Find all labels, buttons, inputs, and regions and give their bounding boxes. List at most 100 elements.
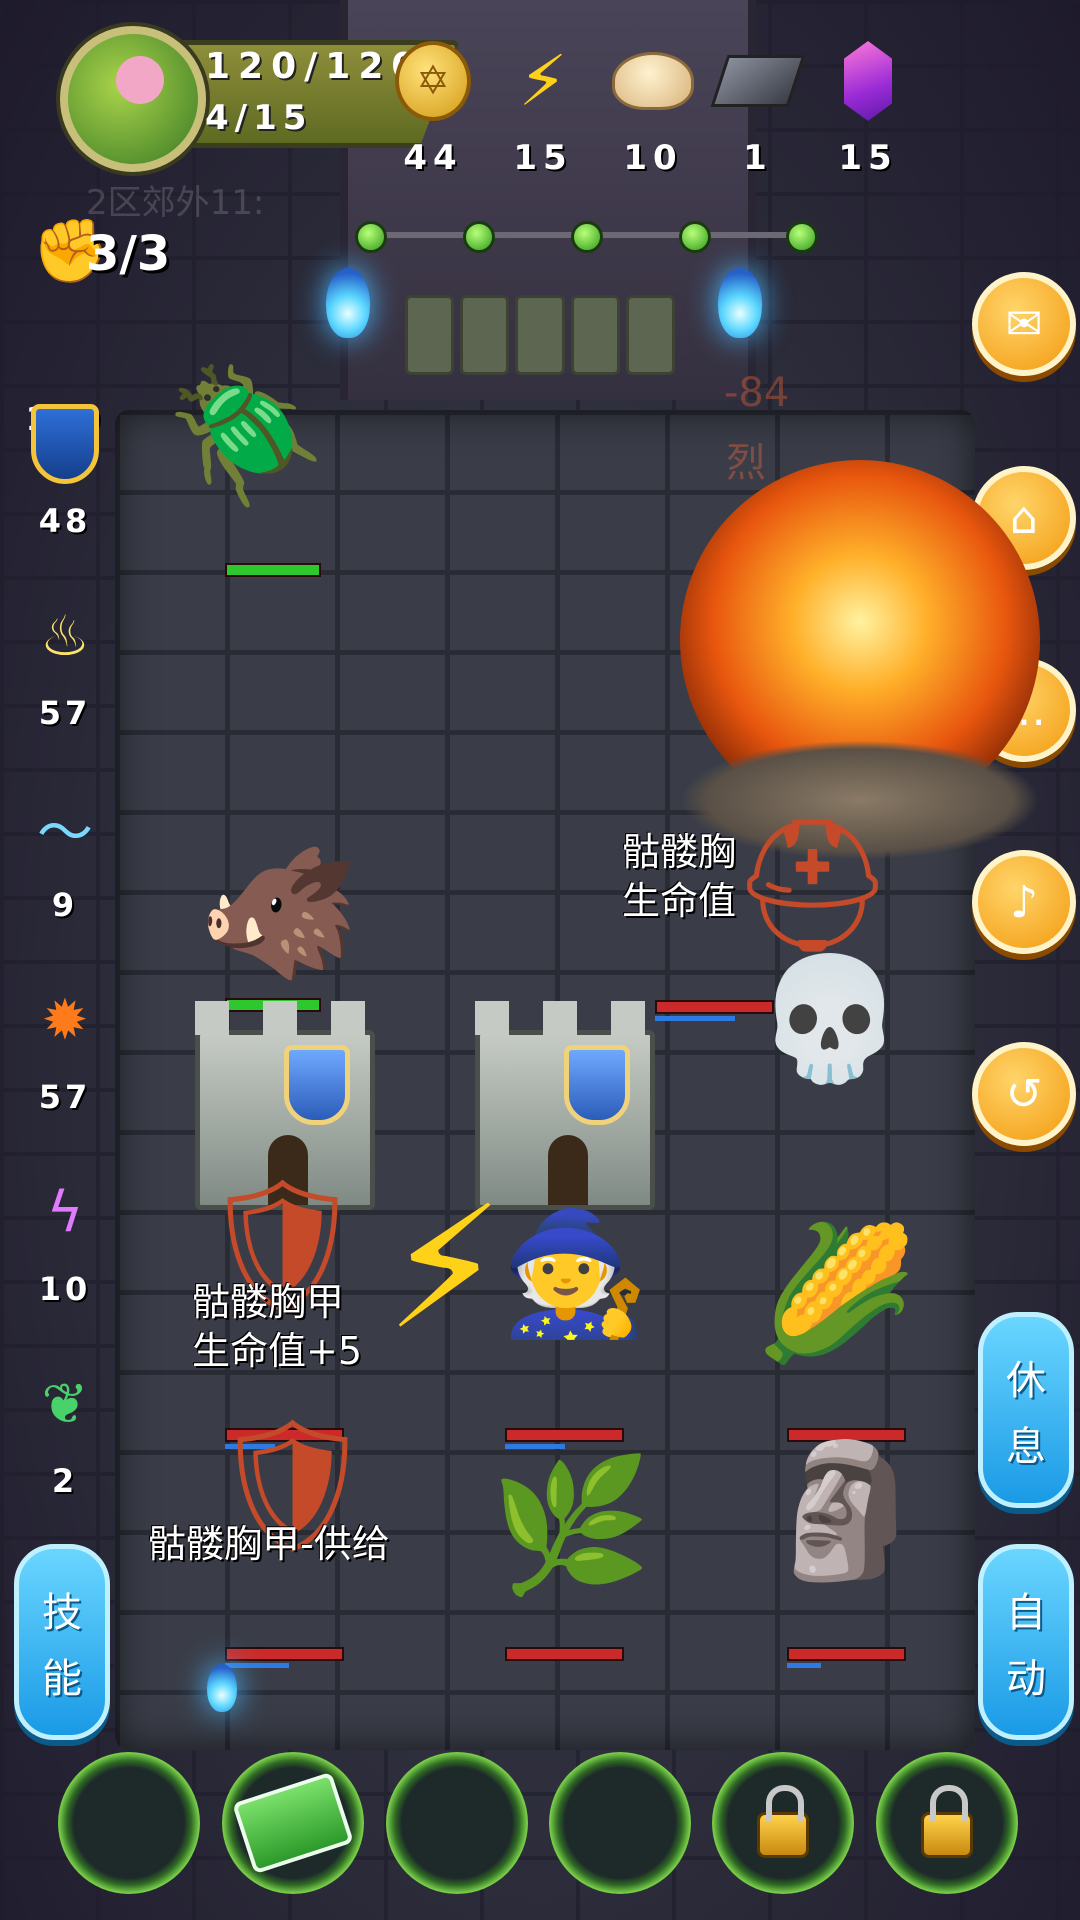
- helmet-enemy[interactable]: ⛑: [730, 820, 895, 950]
- lightning-bolt-effect: ⚡: [385, 1170, 505, 1368]
- resource-crystal[interactable]: 15: [825, 38, 911, 178]
- stage-node: [786, 221, 818, 253]
- back-button[interactable]: ↺: [972, 1042, 1076, 1146]
- gold-coin-icon: ✡: [395, 41, 471, 121]
- cash-icon: [232, 1771, 354, 1875]
- enemy-hp-bar: [225, 563, 321, 577]
- stat-defense: 48: [20, 402, 110, 540]
- float-text-armor-hp: 骷髅胸甲 生命值+5: [192, 1278, 362, 1377]
- boar-enemy[interactable]: 🐗: [198, 848, 360, 978]
- item-hp-bar: [225, 1647, 344, 1661]
- skill-button[interactable]: 技 能: [14, 1544, 110, 1740]
- iron-value: 1: [743, 138, 773, 178]
- player-level: 4/15: [205, 98, 313, 138]
- sound-button[interactable]: ♪: [972, 850, 1076, 954]
- skeleton-enemy[interactable]: 💀: [755, 960, 904, 1080]
- resource-iron[interactable]: 1: [710, 38, 806, 178]
- idol-hp-bar: [787, 1647, 906, 1661]
- stat-water: 〜 9: [20, 786, 110, 925]
- auto-label-2: 动: [1006, 1656, 1046, 1702]
- fireball-icon: ✹: [41, 987, 89, 1053]
- stat-lightning-value: 10: [38, 1270, 92, 1308]
- food-value: 10: [623, 138, 683, 178]
- stat-flame-value: 57: [38, 694, 92, 732]
- sound-icon: ♪: [1009, 876, 1039, 928]
- stat-fire-value: 57: [38, 1078, 92, 1116]
- item-slot-5-locked[interactable]: [712, 1752, 854, 1894]
- item-slot-3[interactable]: [386, 1752, 528, 1894]
- faded-damage-text: -84: [724, 370, 790, 416]
- hero-hp-bar: [505, 1428, 624, 1442]
- lightning-icon: ϟ: [46, 1179, 84, 1245]
- water-wave-icon: 〜: [37, 800, 93, 866]
- explosion-effect: [680, 460, 1040, 860]
- blue-torch-flame: [718, 268, 762, 338]
- stage-node: [679, 221, 711, 253]
- area-banner-text: 2区郊外11:: [86, 183, 265, 223]
- faded-name-text: 烈: [726, 440, 766, 486]
- float-text-line: 骷髅胸甲: [192, 1280, 345, 1324]
- enemy-hp-bar: [655, 1000, 774, 1014]
- energy-bolt-icon: ⚡: [518, 40, 568, 122]
- stone-idol[interactable]: 🗿: [765, 1445, 927, 1575]
- item-slot-1[interactable]: [58, 1752, 200, 1894]
- poison-drop-icon: ❦: [41, 1371, 89, 1437]
- stat-flame: ♨ 57: [20, 594, 110, 733]
- enemy-mp-bar: [655, 1016, 735, 1021]
- stage-node: [463, 221, 495, 253]
- auto-label-1: 自: [1006, 1590, 1046, 1636]
- idol-mp-bar: [787, 1663, 821, 1668]
- rest-label-1: 休: [1006, 1358, 1046, 1404]
- back-icon: ↺: [1005, 1068, 1043, 1120]
- skill-label-1: 技: [42, 1590, 82, 1636]
- action-count: 3/3: [86, 226, 171, 282]
- player-avatar[interactable]: [60, 26, 206, 172]
- item-mp-bar: [225, 1663, 289, 1668]
- stat-poison: ❦ 2: [20, 1362, 110, 1501]
- stat-lightning: ϟ 10: [20, 1170, 110, 1309]
- resource-gold[interactable]: ✡ 44: [390, 38, 476, 178]
- item-slot-6-locked[interactable]: [876, 1752, 1018, 1894]
- auto-button[interactable]: 自 动: [978, 1544, 1074, 1740]
- stat-water-value: 9: [51, 886, 79, 924]
- item-slot-4[interactable]: [549, 1752, 691, 1894]
- tower-shield-icon: [284, 1045, 350, 1125]
- stat-poison-value: 2: [51, 1462, 79, 1500]
- tower-shield-icon: [564, 1045, 630, 1125]
- item-slot-2[interactable]: [222, 1752, 364, 1894]
- float-text-line: 生命值: [622, 879, 737, 924]
- home-icon: ⌂: [1010, 492, 1038, 544]
- tower-door: [548, 1135, 588, 1205]
- mail-button[interactable]: ✉: [972, 272, 1076, 376]
- dumpling-food-icon: [612, 52, 694, 110]
- mail-icon: ✉: [1005, 298, 1043, 350]
- float-text-armor-supply: 骷髅胸甲-供给: [148, 1522, 390, 1566]
- energy-value: 15: [513, 138, 573, 178]
- stage-node: [355, 221, 387, 253]
- grass-plant[interactable]: 🌿: [490, 1460, 652, 1590]
- resource-food[interactable]: 10: [610, 38, 696, 178]
- armored-beetle-enemy[interactable]: 🪲: [165, 370, 327, 500]
- stat-fire: ✹ 57: [20, 978, 110, 1117]
- iron-ingot-icon: [710, 55, 806, 107]
- gold-value: 44: [403, 138, 463, 178]
- corn-crop[interactable]: 🌽: [755, 1228, 917, 1358]
- rest-label-2: 息: [1006, 1424, 1046, 1470]
- stage-node: [571, 221, 603, 253]
- float-text-line: 生命值+5: [192, 1329, 363, 1374]
- lock-icon: [921, 1785, 973, 1858]
- rest-button[interactable]: 休 息: [978, 1312, 1074, 1508]
- lock-icon: [757, 1785, 809, 1858]
- purple-crystal-icon: [844, 41, 892, 121]
- blue-torch-flame: [207, 1664, 237, 1712]
- stat-defense-value: 48: [38, 502, 92, 540]
- gate-stones: [405, 295, 676, 375]
- hero-character[interactable]: 🧙: [500, 1215, 649, 1335]
- float-text-line: 骷髅胸: [622, 830, 737, 874]
- blue-torch-flame: [326, 268, 370, 338]
- flame-spirit-icon: ♨: [39, 603, 91, 669]
- shield-icon: [31, 404, 99, 484]
- resource-energy[interactable]: ⚡ 15: [500, 38, 586, 178]
- float-text-skeleton-armor: 骷髅胸 生命值: [622, 828, 736, 927]
- plant-hp-bar: [505, 1647, 624, 1661]
